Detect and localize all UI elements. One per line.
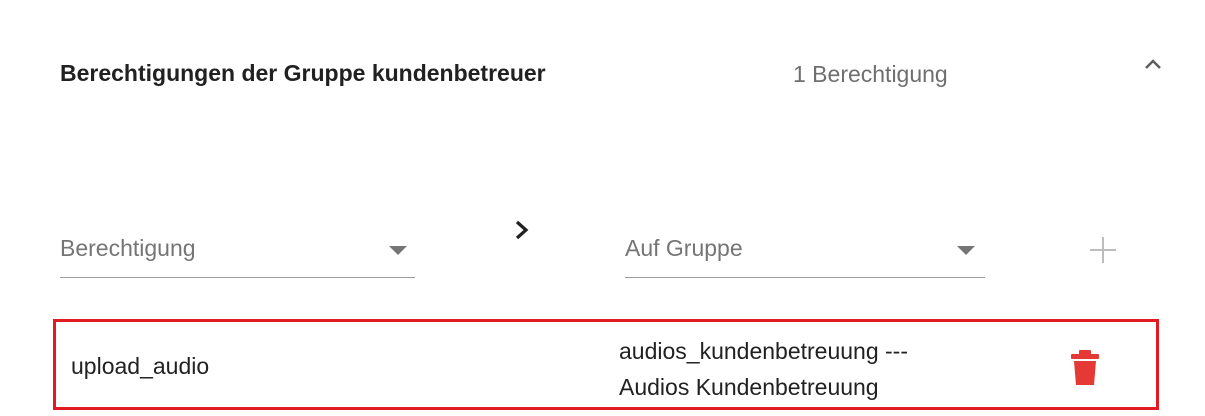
chevron-right-icon	[515, 220, 529, 240]
permission-group-label: Audios Kundenbetreuung	[619, 374, 879, 400]
permission-select-placeholder: Berechtigung	[60, 235, 196, 261]
dropdown-arrow-icon	[389, 246, 407, 255]
permission-select[interactable]: Berechtigung	[60, 222, 415, 278]
panel-title: Berechtigungen der Gruppe kundenbetreuer	[60, 60, 546, 86]
permission-name: upload_audio	[71, 353, 210, 379]
permission-group-id: audios_kundenbetreuung ---	[619, 338, 908, 364]
chevron-up-icon	[1145, 59, 1161, 69]
trash-icon	[1071, 350, 1099, 385]
group-select-underline	[625, 277, 985, 278]
permissions-panel-header[interactable]: Berechtigungen der Gruppe kundenbetreuer…	[0, 0, 1205, 150]
add-permission-button[interactable]	[1088, 235, 1118, 265]
plus-icon	[1090, 237, 1116, 263]
permission-group: audios_kundenbetreuung --- Audios Kunden…	[619, 333, 1019, 405]
permission-count: 1 Berechtigung	[793, 61, 948, 87]
delete-permission-button[interactable]	[1069, 347, 1101, 387]
group-select[interactable]: Auf Gruppe	[625, 222, 985, 278]
permission-select-underline	[60, 277, 415, 278]
collapse-button[interactable]	[1138, 52, 1168, 76]
permission-row: upload_audio audios_kundenbetreuung --- …	[53, 319, 1159, 410]
group-select-placeholder: Auf Gruppe	[625, 235, 743, 261]
dropdown-arrow-icon	[957, 246, 975, 255]
